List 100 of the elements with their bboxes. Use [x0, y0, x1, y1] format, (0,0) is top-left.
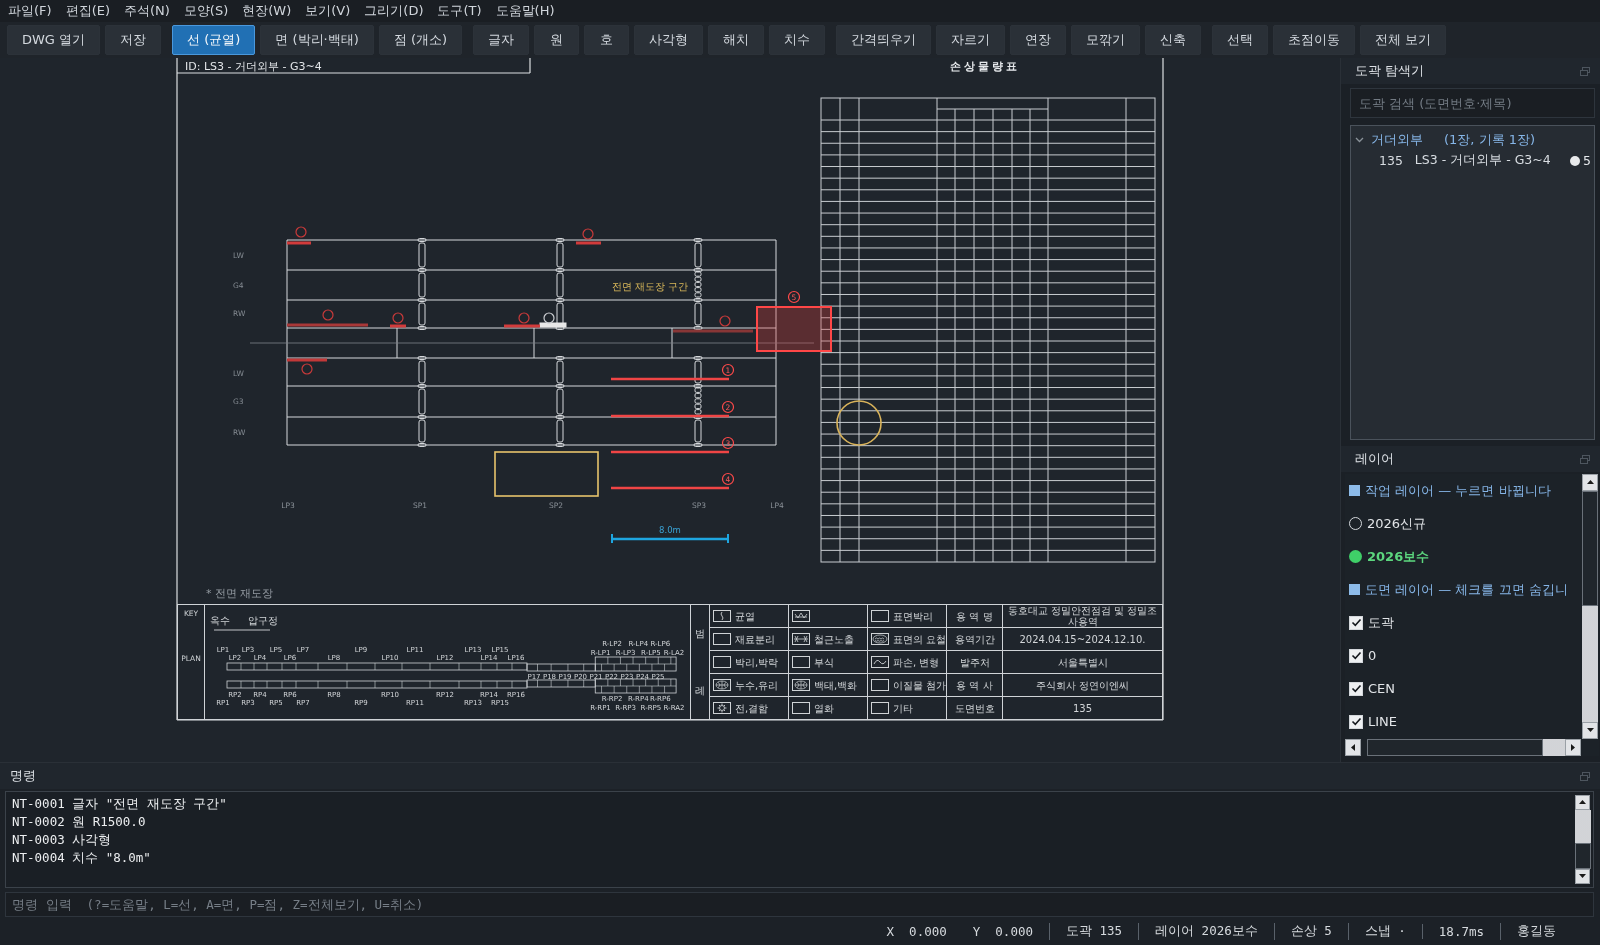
toolbar-button[interactable]: 전체 보기 — [1360, 25, 1447, 55]
tree-item-label[interactable]: 거더외부 — [1369, 130, 1425, 149]
checkbox[interactable] — [1349, 714, 1363, 729]
legend-label: 박리,박락 — [735, 656, 779, 668]
menu-item[interactable]: 모양(S) — [176, 1, 236, 21]
drawing-title[interactable]: LS3 - 거더외부 - G3~4 — [1412, 152, 1553, 169]
info-value: 주식회사 정연이엔씨 — [1035, 679, 1130, 691]
toolbar-button[interactable]: 면 (박리·백태) — [260, 25, 374, 55]
chevron-down-icon[interactable] — [1355, 135, 1364, 144]
caret-down-icon — [1585, 726, 1595, 735]
checkbox[interactable] — [1349, 615, 1363, 630]
legend-symbol-icon — [713, 702, 731, 714]
marker-icon — [518, 312, 530, 324]
info-value: 서울특별시 — [1057, 656, 1108, 668]
menu-item[interactable]: 현장(W) — [235, 1, 299, 21]
info-label: 도면번호 — [954, 702, 995, 714]
legend-label: 파손, 변형 — [893, 656, 940, 668]
toolbar-button[interactable]: 해치 — [708, 25, 765, 55]
scroll-down-button[interactable] — [1575, 869, 1590, 884]
toolbar-button[interactable]: 점 (개소) — [378, 25, 463, 55]
layer-group-header: 작업 레이어 — 누르면 바뀝니다 — [1365, 481, 1551, 500]
legend-symbol-icon — [792, 610, 810, 622]
legend-symbol-icon — [792, 679, 810, 691]
marker-icon — [392, 312, 404, 324]
info-label: 용 역 명 — [956, 610, 993, 622]
scrollbar-thumb[interactable] — [1575, 842, 1591, 869]
scroll-right-button[interactable] — [1565, 739, 1581, 756]
menu-item[interactable]: 도구(T) — [430, 1, 489, 21]
legend-symbol-icon — [713, 679, 731, 691]
search-field[interactable]: 도곽 검색 (도면번호·제목) — [1350, 88, 1595, 118]
legend-title: 례 — [695, 685, 705, 696]
legend-symbol-icon — [871, 610, 889, 622]
scroll-down-button[interactable] — [1582, 722, 1598, 739]
status-text: 손상 5 — [1290, 922, 1332, 940]
layer-group-header: 도면 레이어 — 체크를 끄면 숨깁니 — [1365, 580, 1568, 599]
caret-left-icon — [1348, 743, 1358, 752]
toolbar-button[interactable]: 선 (균열) — [172, 25, 256, 55]
layer-name: LINE — [1368, 714, 1397, 729]
scrollbar-thumb[interactable] — [1582, 491, 1598, 606]
dimension-text: 8.0m — [659, 525, 681, 535]
marker-icon — [322, 309, 334, 321]
toolbar-button[interactable]: 저장 — [105, 25, 162, 55]
radio-button[interactable] — [1349, 550, 1362, 563]
status-text: 홍길동 — [1517, 922, 1556, 940]
caret-up-icon — [1585, 478, 1595, 487]
drawing-note: * 전면 재도장 — [206, 587, 274, 600]
drawing-number: 135 — [1378, 153, 1404, 168]
scroll-left-button[interactable] — [1345, 739, 1361, 756]
toolbar-button[interactable]: 사각형 — [634, 25, 704, 55]
toolbar-button[interactable]: 간격띄우기 — [836, 25, 932, 55]
caret-up-icon — [1578, 798, 1587, 807]
legend-label: 재료분리 — [735, 633, 775, 645]
toolbar-button[interactable]: 글자 — [473, 25, 530, 55]
layer-name: 도곽 — [1368, 613, 1394, 632]
key-mark-label: 옥수 — [210, 615, 230, 626]
sheet-id-label: ID: LS3 - 거더외부 - G3~4 — [185, 60, 322, 73]
menu-item[interactable]: 그리기(D) — [357, 1, 431, 21]
legend-label: 전,결함 — [735, 702, 769, 714]
caret-down-icon — [1578, 872, 1587, 881]
menu-item[interactable]: 파일(F) — [1, 1, 59, 21]
menu-item[interactable]: 주석(N) — [117, 1, 177, 21]
toolbar-button[interactable]: 자르기 — [936, 25, 1006, 55]
toolbar-button[interactable]: DWG 열기 — [7, 25, 101, 55]
layer-name: 2026보수 — [1367, 547, 1430, 566]
legend-label: 철근노출 — [814, 633, 854, 645]
scrollbar-thumb[interactable] — [1367, 739, 1544, 756]
toolbar-button[interactable]: 초점이동 — [1273, 25, 1356, 55]
menu-item[interactable]: 보기(V) — [298, 1, 358, 21]
legend-symbol-icon — [792, 633, 810, 645]
scroll-up-button[interactable] — [1575, 795, 1590, 810]
zone-label: 전면 재도장 구간 — [612, 281, 689, 292]
info-label: 발주처 — [959, 656, 990, 668]
menu-item[interactable]: 도움말(H) — [488, 1, 562, 21]
tree-item-count: (1장, 기록 1장) — [1444, 130, 1536, 149]
toolbar-button[interactable]: 신축 — [1145, 25, 1202, 55]
key-mark-label: 압구정 — [248, 615, 278, 626]
scroll-up-button[interactable] — [1582, 474, 1598, 491]
square-icon — [1349, 584, 1360, 595]
toolbar-button[interactable]: 선택 — [1212, 25, 1269, 55]
menu-item[interactable]: 편집(E) — [58, 1, 117, 21]
legend-label: 누수,유리 — [735, 679, 779, 691]
dot-icon — [1570, 155, 1581, 166]
table-title: 손상물량표 — [950, 60, 1020, 73]
status-text: 18.7ms — [1438, 923, 1484, 939]
toolbar-button[interactable]: 모깎기 — [1071, 25, 1141, 55]
status-text: 레이어 2026보수 — [1155, 922, 1258, 940]
info-value: 2024.04.15~2024.12.10. — [1019, 633, 1146, 645]
log-line: NT-0001 글자 "전면 재도장 구간" — [12, 795, 228, 813]
checkbox[interactable] — [1349, 648, 1363, 663]
command-input[interactable]: 명령 입력 (?=도움말, L=선, A=면, P=점, Z=전체보기, U=취소) — [5, 892, 1594, 917]
toolbar-button[interactable]: 호 — [584, 25, 630, 55]
toolbar-button[interactable]: 연장 — [1010, 25, 1067, 55]
toolbar-button[interactable]: 원 — [534, 25, 580, 55]
crack-line — [287, 358, 327, 362]
info-value: 동호대교 정밀안전점검 및 정밀조사용역 — [1006, 605, 1159, 627]
legend-symbol-icon — [792, 702, 810, 714]
crack-line — [576, 241, 601, 245]
status-text: X 0.000 — [886, 923, 947, 939]
toolbar-button[interactable]: 치수 — [769, 25, 826, 55]
checkbox[interactable] — [1349, 681, 1363, 696]
